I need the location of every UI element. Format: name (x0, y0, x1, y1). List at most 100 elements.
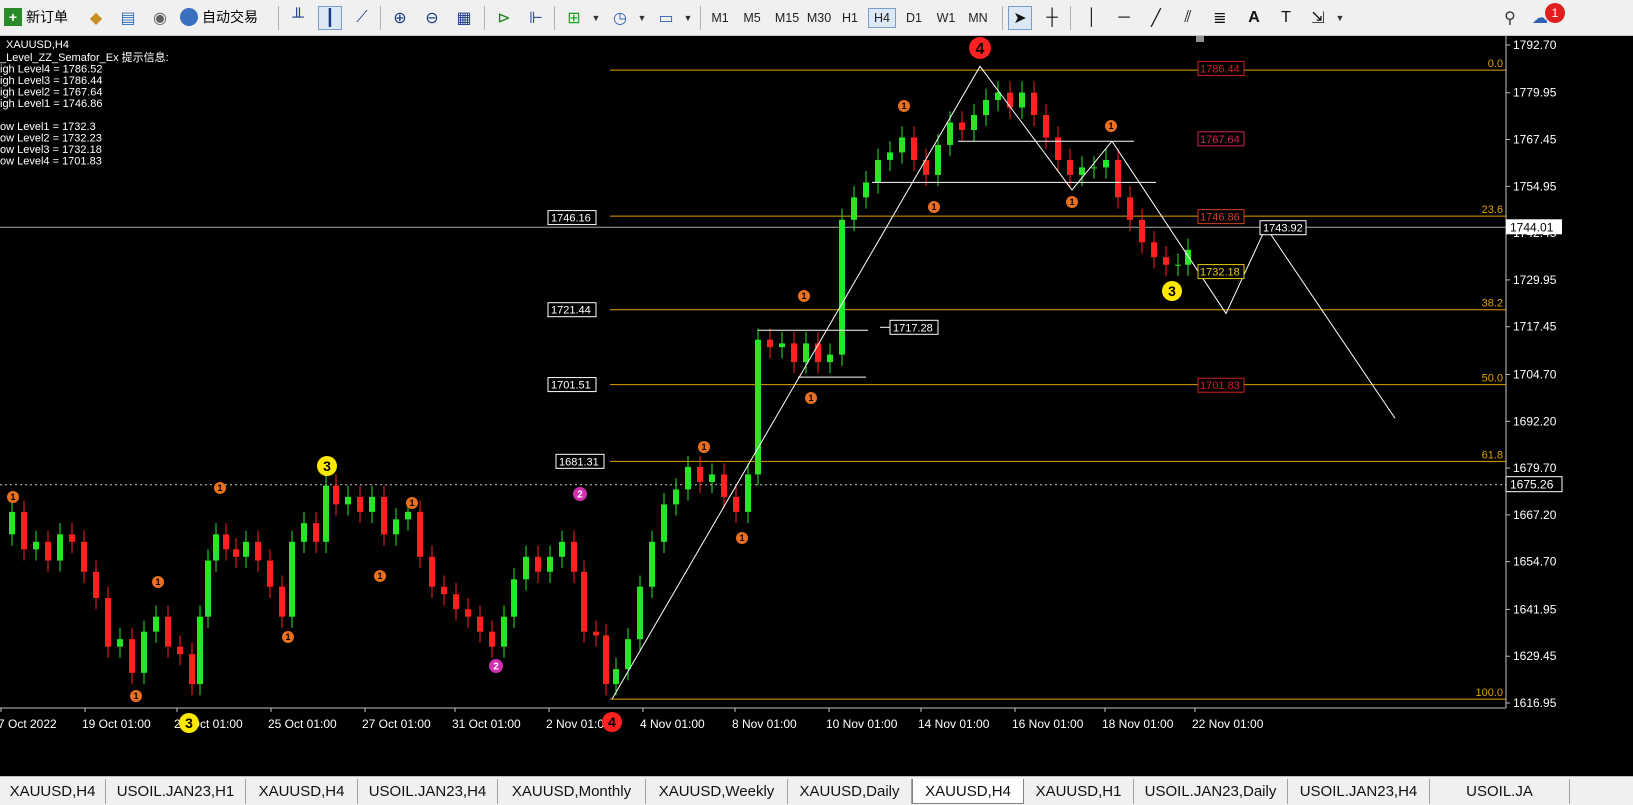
chart-tab[interactable]: XAUUSD,H1 (1024, 779, 1134, 804)
bar-chart-icon[interactable]: ╨ (286, 6, 310, 30)
candle-body (947, 122, 953, 145)
trendline-icon[interactable]: ╱ (1144, 6, 1168, 30)
time-tick-label: 27 Oct 01:00 (362, 717, 431, 731)
semafor-marker-label: 1 (155, 577, 160, 587)
semafor-marker-label: 4 (608, 714, 616, 730)
time-tick-label: 10 Nov 01:00 (826, 717, 898, 731)
chart-canvas[interactable]: 1792.701779.951767.451754.951742.451729.… (0, 36, 1633, 776)
separator (554, 6, 555, 30)
vertical-line-icon[interactable]: │ (1080, 6, 1104, 30)
indicator-line: igh Level2 = 1767.64 (0, 87, 102, 99)
candle-body (625, 639, 631, 670)
chart-tab[interactable]: USOIL.JAN23,Daily (1134, 779, 1288, 804)
candle-body (911, 137, 917, 160)
auto-trade-label: 自动交易 (202, 9, 258, 25)
chevron-down-icon[interactable]: ▼ (676, 6, 700, 30)
semafor-marker-label: 3 (185, 715, 193, 731)
candle-body (223, 534, 229, 550)
chart-tab[interactable]: XAUUSD,Daily (788, 779, 912, 804)
periods-icon[interactable]: ◷ (608, 6, 632, 30)
semafor-marker-label: 1 (10, 492, 15, 502)
chart-tab[interactable]: USOIL.JAN23,H4 (358, 779, 498, 804)
time-tick-label: 22 Nov 01:00 (1192, 717, 1264, 731)
candle-body (279, 586, 285, 617)
candle-body (709, 474, 715, 482)
tile-windows-icon[interactable]: ▦ (452, 6, 476, 30)
candle-body (1091, 167, 1097, 169)
timeframe-m15[interactable]: M15 (770, 8, 804, 28)
line-chart-icon[interactable]: ⟋ (350, 6, 374, 30)
timeframe-m30[interactable]: M30 (802, 8, 836, 28)
candle-body (1031, 92, 1037, 116)
text-label-icon[interactable]: T (1274, 6, 1298, 30)
candle-body (803, 343, 809, 363)
chevron-down-icon[interactable]: ▼ (1328, 6, 1352, 30)
chevron-down-icon[interactable]: ▼ (630, 6, 654, 30)
price-tick-label: 1679.70 (1513, 461, 1557, 475)
chart-tab[interactable]: XAUUSD,H4 (912, 779, 1024, 804)
candle-body (1007, 92, 1013, 108)
timeframe-w1[interactable]: W1 (932, 8, 960, 28)
candle-body (745, 474, 751, 512)
time-tick-label: 14 Nov 01:00 (918, 717, 990, 731)
timeframe-h4[interactable]: H4 (868, 8, 896, 28)
price-tick-label: 1641.95 (1513, 602, 1557, 616)
timeframe-d1[interactable]: D1 (900, 8, 928, 28)
candle-body (685, 466, 691, 490)
semafor-marker-label: 4 (976, 41, 985, 58)
zoom-in-icon[interactable]: ⊕ (388, 6, 412, 30)
semafor-level-label: 1732.18 (1200, 267, 1240, 279)
templates-icon[interactable]: ▭ (654, 6, 678, 30)
cursor-icon[interactable]: ➤ (1008, 6, 1032, 30)
indicator-title: _Level_ZZ_Semafor_Ex 提示信息: (0, 50, 169, 64)
candle-body (57, 534, 63, 561)
chart-tab[interactable]: XAUUSD,H4 (0, 779, 106, 804)
semafor-marker-label: 1 (801, 291, 806, 301)
chevron-down-icon[interactable]: ▼ (584, 6, 608, 30)
separator (700, 6, 701, 30)
channel-icon[interactable]: ⫽ (1176, 6, 1200, 30)
chart-tab[interactable]: XAUUSD,Monthly (498, 779, 646, 804)
candle-body (661, 504, 667, 542)
timeframe-mn[interactable]: MN (964, 8, 992, 28)
chart-tab[interactable]: XAUUSD,H4 (246, 779, 358, 804)
candlestick-icon[interactable]: ┃ (318, 6, 342, 30)
price-tick-label: 1616.95 (1513, 696, 1557, 710)
fib-level-label: 100.0 (1475, 687, 1503, 699)
timeframe-m5[interactable]: M5 (738, 8, 766, 28)
candle-body (289, 541, 295, 617)
price-chart[interactable]: 1792.701779.951767.451754.951742.451729.… (0, 36, 1633, 776)
timeframe-h1[interactable]: H1 (836, 8, 864, 28)
auto-trade-button[interactable]: 自动交易 (180, 4, 258, 30)
chart-tab[interactable]: USOIL.JAN23,H4 (1288, 779, 1430, 804)
candle-body (405, 511, 411, 520)
timeframe-m1[interactable]: M1 (706, 8, 734, 28)
semafor-level-label: 1786.44 (1200, 63, 1240, 75)
candle-body (255, 541, 261, 561)
text-icon[interactable]: A (1242, 6, 1266, 30)
chart-tab[interactable]: USOIL.JA (1430, 779, 1570, 804)
data-window-icon[interactable]: ▤ (116, 6, 140, 30)
arrows-icon[interactable]: ⇲ (1306, 6, 1330, 30)
indicators-icon[interactable]: ⊞ (562, 6, 586, 30)
chart-tab[interactable]: USOIL.JAN23,H1 (106, 779, 246, 804)
crosshair-icon[interactable]: ┼ (1040, 6, 1064, 30)
search-icon[interactable]: ⚲ (1498, 6, 1522, 30)
zoom-out-icon[interactable]: ⊖ (420, 6, 444, 30)
candle-body (45, 541, 51, 561)
candle-body (1115, 159, 1121, 198)
chart-tab[interactable]: XAUUSD,Weekly (646, 779, 788, 804)
horizontal-line-icon[interactable]: ─ (1112, 6, 1136, 30)
notification-badge[interactable]: 1 (1545, 3, 1565, 23)
navigator-icon[interactable]: ◉ (148, 6, 172, 30)
market-watch-icon[interactable]: ◆ (84, 6, 108, 30)
candle-body (1127, 197, 1133, 220)
auto-scroll-icon[interactable]: ⊳ (492, 6, 516, 30)
scroll-marker[interactable] (1196, 36, 1204, 42)
chart-shift-icon[interactable]: ⊩ (524, 6, 548, 30)
candle-body (369, 496, 375, 512)
fibonacci-icon[interactable]: ≣ (1208, 6, 1232, 30)
semafor-marker-label: 1 (133, 691, 138, 701)
new-order-button[interactable]: + 新订单 (4, 4, 68, 30)
semafor-marker-label: 2 (493, 662, 499, 673)
